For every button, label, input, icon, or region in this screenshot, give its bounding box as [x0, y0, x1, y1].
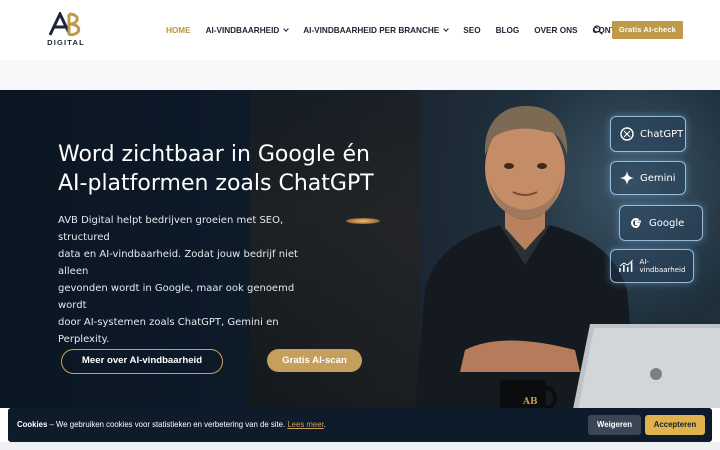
- nav-label: SEO: [463, 25, 481, 35]
- platform-card-gemini: Gemini: [610, 161, 686, 195]
- hero-section: Word zichtbaar in Google én AI-platforme…: [0, 90, 720, 408]
- nav-item-home[interactable]: HOME: [166, 26, 191, 35]
- cookie-read-more-link[interactable]: Lees meer: [287, 420, 323, 429]
- search-icon[interactable]: [593, 25, 603, 35]
- platform-card-ai-vindbaarheid: AI-vindbaarheid: [610, 249, 694, 283]
- cookie-text-end: .: [323, 420, 326, 429]
- cookie-text: – We gebruiken cookies voor statistieken…: [47, 420, 288, 429]
- chevron-down-icon: [283, 26, 290, 32]
- logo[interactable]: DIGITAL: [46, 12, 86, 48]
- meer-over-ai-vindbaarheid-button[interactable]: Meer over AI-vindbaarheid: [61, 349, 223, 374]
- logo-text: DIGITAL: [47, 38, 85, 47]
- mug-text: AB: [523, 397, 538, 407]
- nav-item-ai-vindbaarheid-per-branche[interactable]: AI-VINDBAARHEID PER BRANCHE: [303, 25, 450, 35]
- laptop-image: [573, 324, 720, 408]
- gemini-icon: [620, 171, 634, 185]
- hero-text-line: AVB Digital helpt bedrijven groeien met …: [58, 215, 284, 243]
- platform-card-google: Google: [619, 205, 703, 241]
- gratis-ai-scan-button[interactable]: Gratis AI-scan: [267, 349, 362, 372]
- nav-label: HOME: [166, 25, 191, 35]
- page-bottom-strip: [0, 442, 720, 450]
- header-spacer: [0, 60, 720, 90]
- hero-description: AVB Digital helpt bedrijven groeien met …: [58, 212, 308, 348]
- lamp-light: [346, 218, 380, 224]
- platform-label: ChatGPT: [640, 128, 684, 140]
- platform-label: Google: [649, 217, 685, 229]
- google-icon: [630, 217, 641, 229]
- gratis-ai-check-button[interactable]: Gratis AI-check: [612, 21, 683, 39]
- hero-title: Word zichtbaar in Google én AI-platforme…: [58, 140, 398, 198]
- nav-item-ai-vindbaarheid[interactable]: AI-VINDBAARHEID: [205, 25, 290, 35]
- cookie-message: Cookies – We gebruiken cookies voor stat…: [17, 420, 326, 429]
- growth-chart-icon: [619, 259, 633, 272]
- cookie-title: Cookies: [17, 420, 48, 429]
- hero-text-line: door AI-systemen zoals ChatGPT, Gemini e…: [58, 317, 279, 345]
- decline-cookies-button[interactable]: Weigeren: [588, 415, 641, 435]
- platform-label: Gemini: [640, 172, 676, 184]
- main-nav: HOME AI-VINDBAARHEID AI-VINDBAARHEID PER…: [166, 23, 647, 37]
- nav-item-seo[interactable]: SEO: [463, 26, 480, 35]
- site-header: DIGITAL HOME AI-VINDBAARHEID AI-VINDBAAR…: [0, 0, 720, 60]
- chevron-down-icon: [443, 26, 450, 32]
- platform-card-chatgpt: ChatGPT: [610, 116, 686, 152]
- hero-text-line: data en AI-vindbaarheid. Zodat jouw bedr…: [58, 249, 298, 277]
- nav-item-over-ons[interactable]: OVER ONS: [534, 26, 577, 35]
- logo-mark-icon: [48, 12, 81, 36]
- hero-text-line: gevonden wordt in Google, maar ook genoe…: [58, 283, 295, 311]
- cookie-banner: Cookies – We gebruiken cookies voor stat…: [8, 408, 712, 442]
- hero-title-line: AI-platformen zoals ChatGPT: [58, 171, 374, 196]
- hero-title-line: Word zichtbaar in Google én: [58, 142, 370, 167]
- nav-label: BLOG: [495, 25, 520, 35]
- nav-item-blog[interactable]: BLOG: [496, 26, 520, 35]
- accept-cookies-button[interactable]: Accepteren: [645, 415, 705, 435]
- platform-label: AI-vindbaarheid: [639, 258, 686, 274]
- chatgpt-icon: [620, 127, 634, 141]
- nav-label: AI-VINDBAARHEID PER BRANCHE: [303, 25, 440, 35]
- nav-label: OVER ONS: [534, 25, 578, 35]
- nav-label: AI-VINDBAARHEID: [205, 25, 280, 35]
